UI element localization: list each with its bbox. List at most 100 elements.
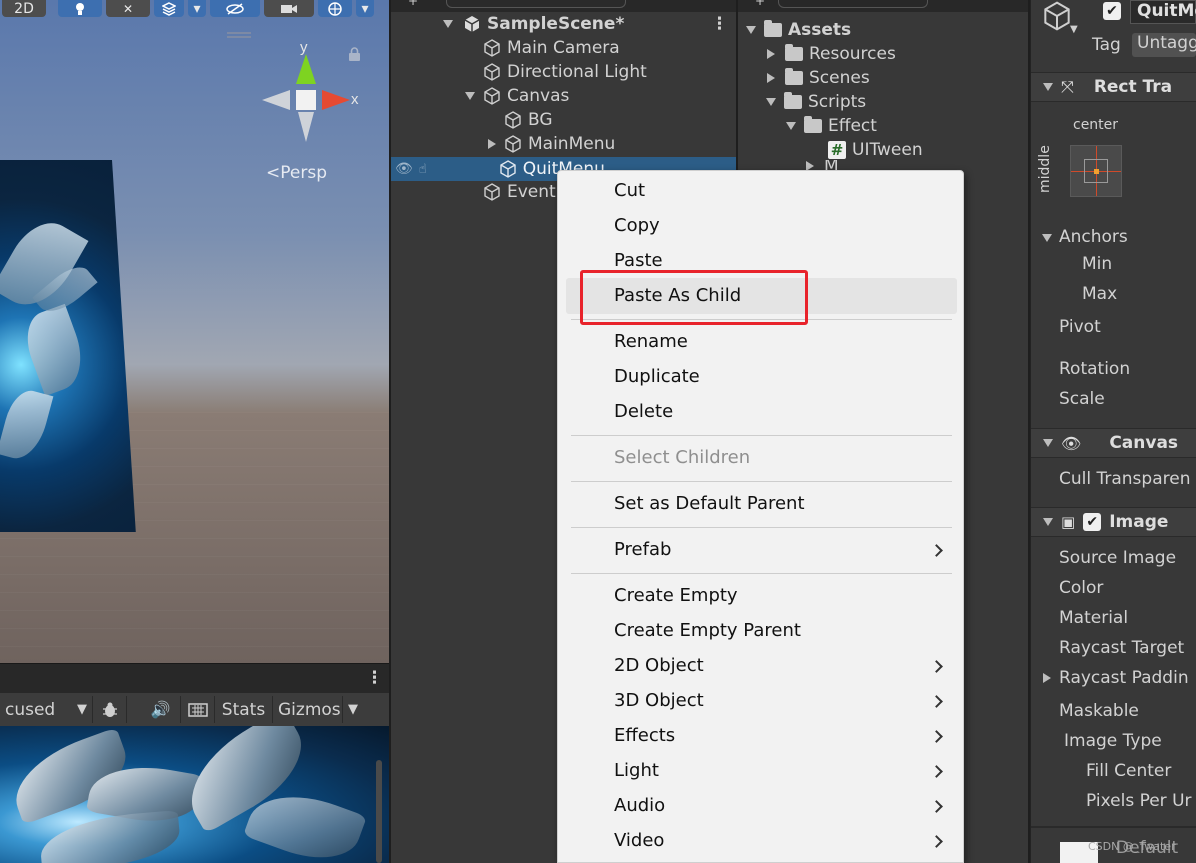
hierarchy-item[interactable]: Main Camera [391, 36, 736, 60]
debug-toggle[interactable] [93, 696, 127, 723]
menu-item-effects[interactable]: Effects [614, 725, 675, 746]
menu-item-audio[interactable]: Audio [614, 795, 665, 816]
submenu-chevron-icon [930, 765, 943, 778]
project-folder[interactable]: Assets [746, 18, 851, 42]
gameobject-cube-icon [484, 87, 500, 105]
menu-item-2d-object[interactable]: 2D Object [614, 655, 704, 676]
lighting-toggle-button[interactable] [58, 0, 102, 17]
project-item-label: Assets [788, 20, 852, 40]
menu-item-create-empty[interactable]: Create Empty [614, 585, 738, 606]
menu-item-3d-object[interactable]: 3D Object [614, 690, 704, 711]
expand-arrow-icon[interactable] [746, 26, 756, 34]
menu-item-prefab[interactable]: Prefab [614, 539, 671, 560]
scene-view[interactable]: 2D ✕ ▾ ▾ y x <Persp [0, 0, 389, 663]
chevron-down-icon: ▼ [77, 702, 87, 717]
pickable-hand-icon[interactable]: ☝ [419, 162, 427, 177]
anchors-label: Anchors [1059, 227, 1128, 247]
hierarchy-item-label: BG [528, 110, 553, 130]
gizmos-button[interactable]: Gizmos [273, 696, 343, 723]
projection-toggle[interactable]: <Persp [266, 163, 327, 183]
hierarchy-item[interactable]: Canvas [391, 84, 736, 108]
project-folder[interactable]: Resources [767, 42, 896, 66]
eye-icon: 👁 [1061, 433, 1082, 453]
game-tab-menu-icon[interactable]: ⋮ [366, 668, 383, 688]
gizmos-dropdown-button[interactable]: ▾ [356, 0, 374, 17]
menu-item-delete[interactable]: Delete [614, 401, 673, 422]
keyboard-icon [187, 702, 208, 717]
anchor-presets-button[interactable] [1070, 145, 1122, 197]
effects-dropdown-button[interactable]: ▾ [188, 0, 206, 17]
icon-dropdown-arrow[interactable]: ▼ [1070, 24, 1078, 35]
scene-name-label: SampleScene* [487, 14, 625, 34]
gameobject-cube-icon [1044, 1, 1070, 31]
project-folder[interactable]: Scenes [767, 66, 870, 90]
menu-item-paste[interactable]: Paste [614, 250, 663, 271]
gizmo-y-label: y [300, 42, 308, 56]
expand-arrow-icon [1043, 439, 1053, 447]
hierarchy-item[interactable]: MainMenu [391, 132, 736, 156]
hierarchy-search-bar[interactable]: + [391, 0, 736, 12]
expand-arrow-icon[interactable] [443, 20, 453, 28]
scene-drag-handle-icon[interactable] [227, 32, 251, 38]
collapsed-arrow-icon[interactable] [488, 139, 496, 149]
effects-toggle-button[interactable] [154, 0, 184, 17]
menu-item-copy[interactable]: Copy [614, 215, 660, 236]
gizmos-dropdown-arrow[interactable]: ▼ [343, 696, 369, 723]
unity-scene-icon [464, 16, 480, 32]
hierarchy-add-icon[interactable]: + [408, 0, 418, 8]
persp-label: Persp [280, 163, 327, 183]
canvas-renderer-header[interactable]: 👁 Canvas [1031, 428, 1196, 458]
mute-audio-toggle[interactable]: 🔊 [141, 696, 181, 723]
game-toolbar: cused ▼ 🔊 Stats Gizmos ▼ [0, 693, 389, 726]
menu-item-set-default-parent[interactable]: Set as Default Parent [614, 493, 805, 514]
expand-arrow-icon[interactable] [786, 122, 796, 130]
menu-separator [571, 435, 952, 436]
hierarchy-item[interactable]: BG [391, 108, 736, 132]
scene-menu-icon[interactable]: ⋮ [711, 14, 728, 34]
audio-toggle-button[interactable]: ✕ [106, 0, 150, 17]
collapsed-arrow-icon[interactable] [767, 49, 775, 59]
rect-transform-header[interactable]: ⤧ Rect Tra [1031, 72, 1196, 102]
expand-arrow-icon [1043, 83, 1053, 91]
hierarchy-scene-row[interactable]: SampleScene* ⋮ [391, 12, 736, 36]
project-item-label: UITween [852, 140, 923, 160]
game-view[interactable] [0, 726, 389, 863]
expand-arrow-icon[interactable] [465, 92, 475, 100]
toggle-2d-button[interactable]: 2D [2, 0, 46, 17]
submenu-chevron-icon [930, 800, 943, 813]
project-folder[interactable]: Scripts [766, 90, 866, 114]
collapsed-arrow-icon[interactable] [767, 73, 775, 83]
project-item-label: Scripts [808, 92, 867, 112]
object-name-field[interactable]: QuitMe [1130, 0, 1196, 24]
focus-dropdown[interactable]: cused ▼ [0, 696, 93, 723]
menu-item-cut[interactable]: Cut [614, 180, 645, 201]
scale-label: Scale [1059, 389, 1105, 409]
menu-item-duplicate[interactable]: Duplicate [614, 366, 700, 387]
gizmos-toggle-button[interactable] [318, 0, 352, 17]
visibility-eye-icon[interactable]: 👁 [395, 161, 413, 177]
project-folder[interactable]: Effect [786, 114, 877, 138]
project-search-input[interactable] [778, 0, 928, 8]
menu-item-create-empty-parent[interactable]: Create Empty Parent [614, 620, 801, 641]
camera-settings-button[interactable] [264, 0, 314, 17]
expand-arrow-icon[interactable] [1042, 234, 1052, 242]
image-component-header[interactable]: ▣ ✔ Image [1031, 507, 1196, 537]
stats-button[interactable]: Stats [215, 696, 273, 723]
hidden-objects-toggle[interactable] [210, 0, 260, 17]
expand-arrow-icon[interactable] [766, 98, 776, 106]
shortcuts-toggle[interactable] [181, 696, 215, 723]
menu-item-video[interactable]: Video [614, 830, 664, 851]
project-add-icon[interactable]: + [755, 0, 765, 8]
menu-item-rename[interactable]: Rename [614, 331, 688, 352]
menu-item-light[interactable]: Light [614, 760, 659, 781]
hierarchy-search-input[interactable] [446, 0, 626, 8]
project-script[interactable]: # UITween [828, 138, 923, 162]
active-checkbox[interactable]: ✔ [1103, 2, 1121, 20]
color-label: Color [1059, 578, 1104, 598]
orientation-gizmo[interactable]: y x [260, 42, 360, 146]
hierarchy-item[interactable]: Directional Light [391, 60, 736, 84]
image-enabled-checkbox[interactable]: ✔ [1083, 513, 1102, 531]
tag-dropdown[interactable]: Untagg [1132, 33, 1196, 57]
collapsed-arrow-icon[interactable] [1043, 673, 1051, 683]
game-scrollbar[interactable] [376, 760, 382, 863]
